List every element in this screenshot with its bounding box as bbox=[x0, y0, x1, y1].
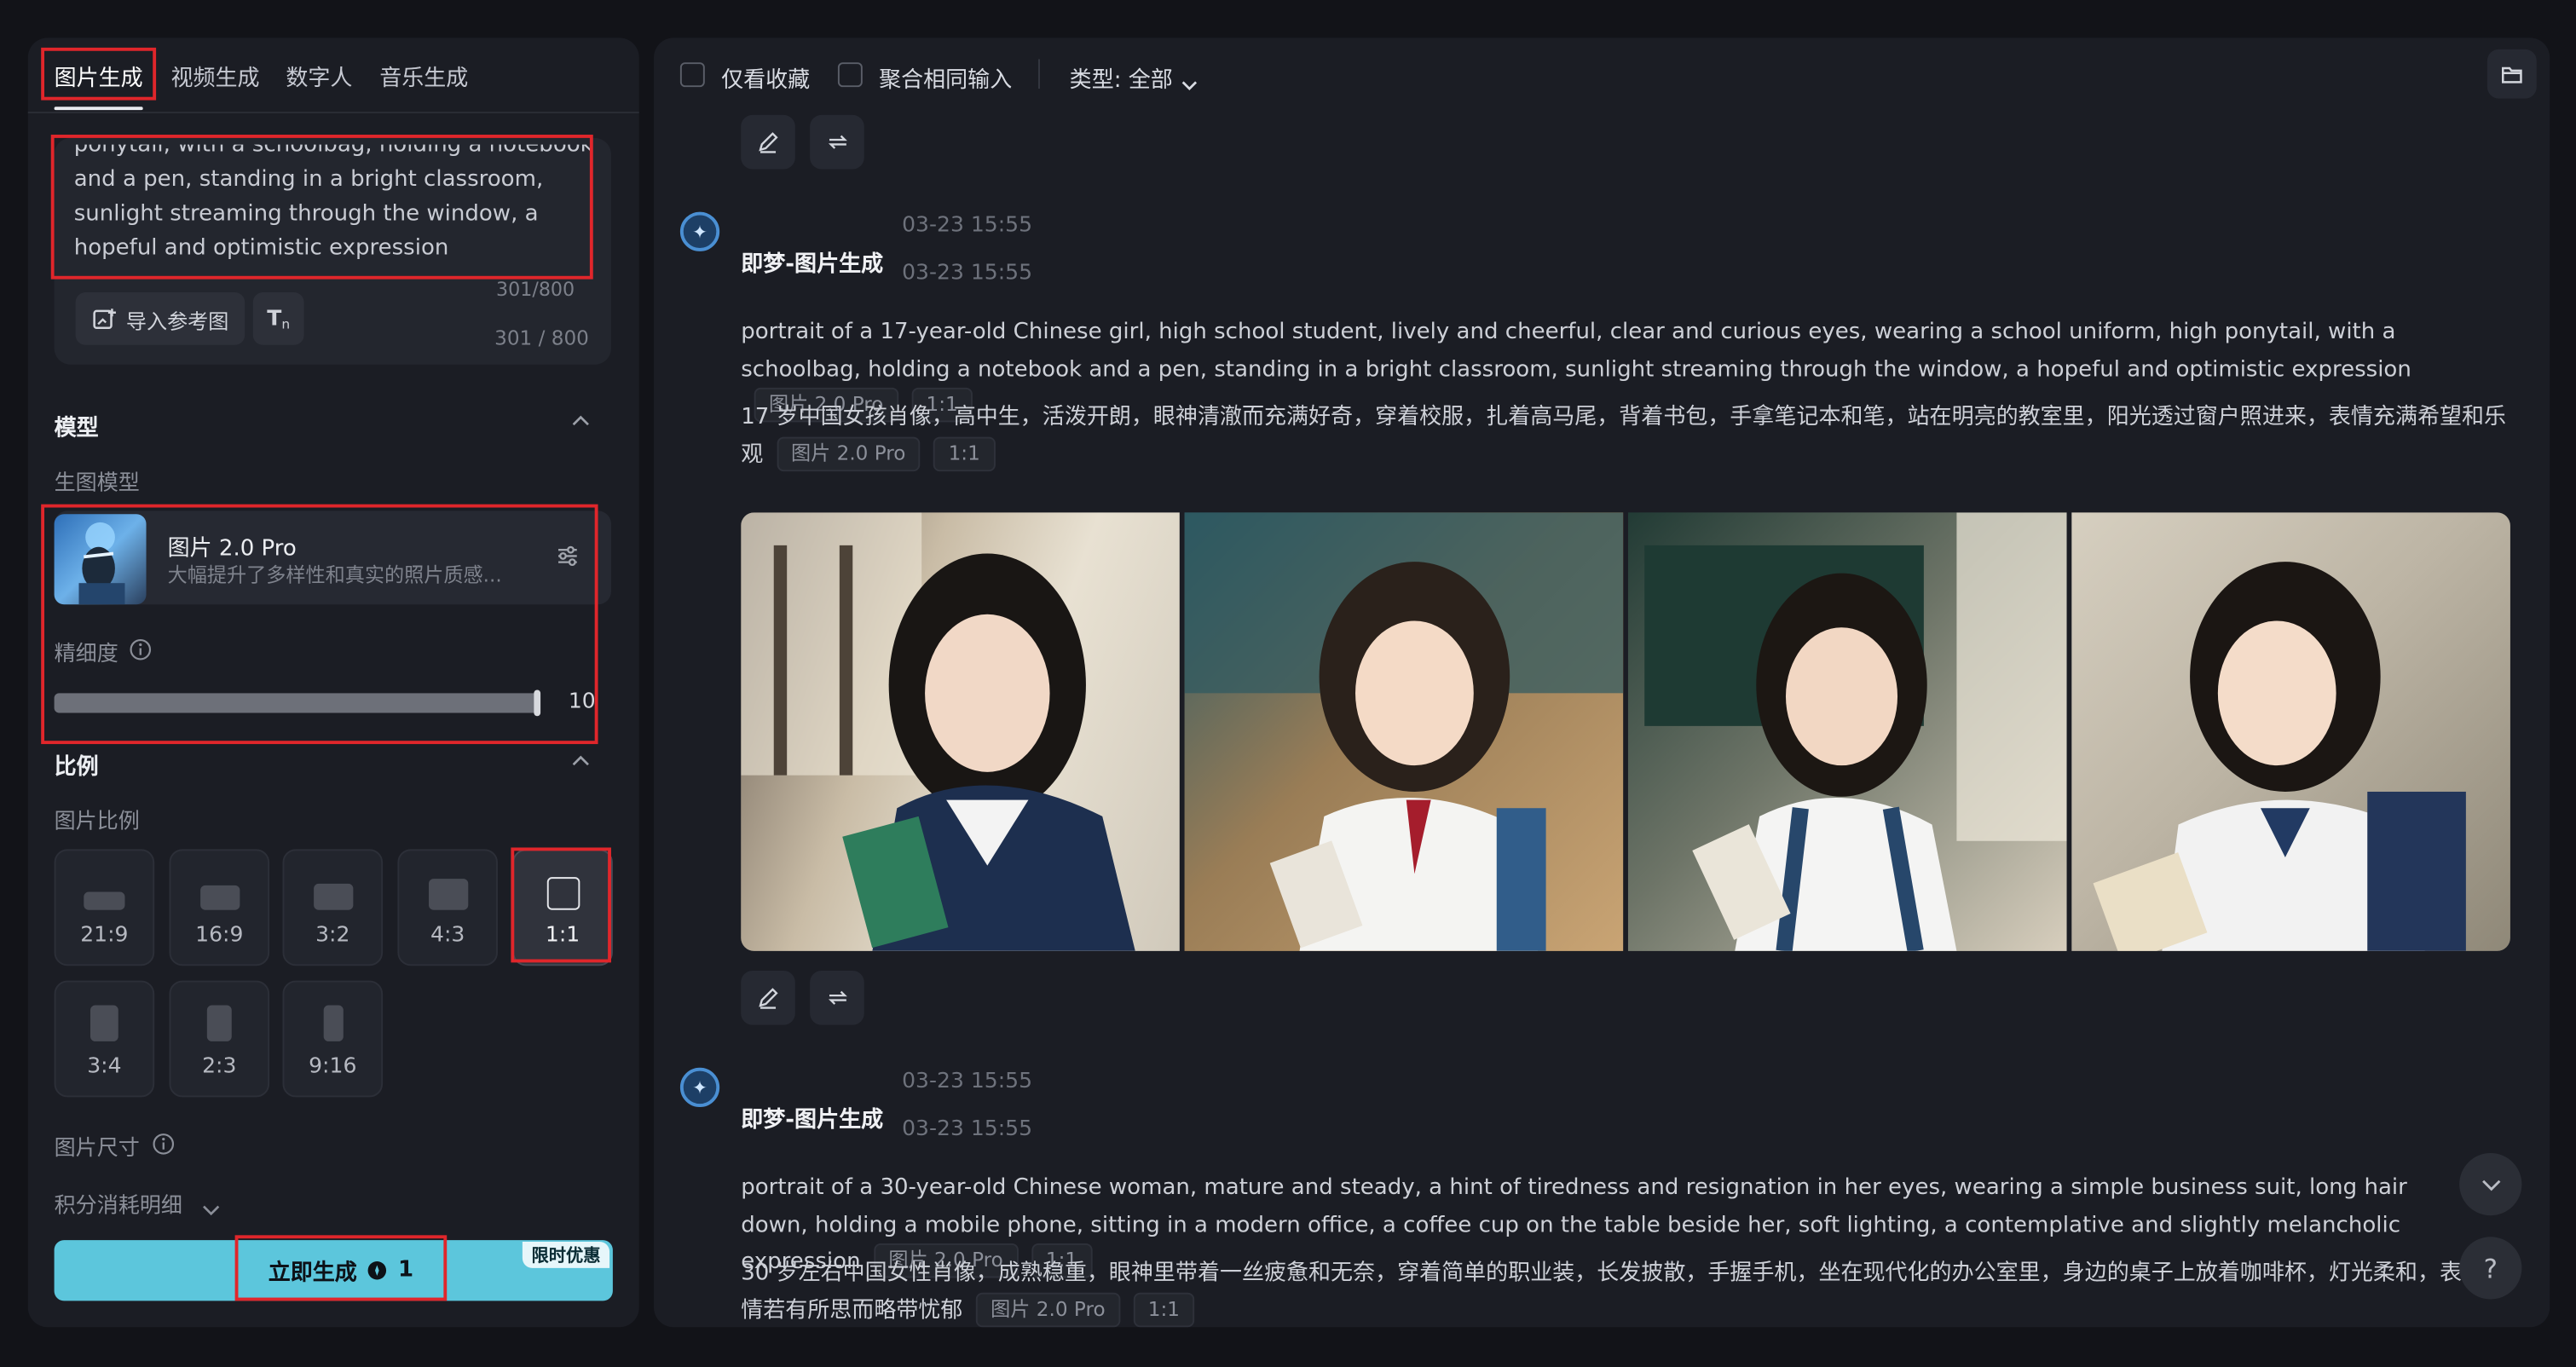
tabs-divider bbox=[27, 112, 639, 113]
assistant-avatar-icon: ✦ bbox=[679, 211, 720, 251]
message-sender: 即梦-图片生成 bbox=[741, 251, 884, 278]
ratio-label: 21:9 bbox=[80, 923, 129, 949]
prompt-en-text: portrait of a 17-year-old Chinese girl, … bbox=[741, 318, 2411, 383]
message-time: 03-23 15:55 bbox=[902, 213, 1033, 239]
ratio-collapse-icon[interactable] bbox=[572, 751, 589, 767]
model-tag: 图片 2.0 Pro bbox=[975, 1291, 1120, 1327]
ratio-label: 9:16 bbox=[309, 1054, 357, 1080]
message-time: 03-23 15:55 bbox=[902, 1069, 1033, 1094]
active-tab-underline bbox=[54, 107, 143, 111]
type-dropdown-icon[interactable] bbox=[1181, 67, 1198, 99]
favorites-checkbox[interactable] bbox=[679, 62, 705, 88]
prompt-highlight bbox=[50, 135, 593, 280]
model-highlight bbox=[41, 504, 598, 745]
tab-image-generation[interactable]: 图片生成 bbox=[55, 59, 143, 92]
ratio-option-3-2[interactable]: 3:2 bbox=[282, 849, 384, 966]
ratio-option-3-4[interactable]: 3:4 bbox=[54, 980, 155, 1098]
cost-details-label[interactable]: 积分消耗明细 bbox=[55, 1187, 182, 1219]
ratio-section-title: 比例 bbox=[54, 753, 99, 781]
ratio-label: 2:3 bbox=[202, 1054, 237, 1080]
group-checkbox[interactable] bbox=[837, 62, 863, 88]
ratio-21-9-icon bbox=[84, 891, 125, 910]
ratio-option-2-3[interactable]: 2:3 bbox=[169, 980, 270, 1098]
ratio-9-16-icon bbox=[322, 1005, 343, 1041]
help-icon: ? bbox=[2483, 1252, 2498, 1284]
tab-digital-human[interactable]: 数字人 bbox=[286, 59, 352, 92]
toolbar-divider bbox=[1038, 59, 1040, 89]
message-time-secondary: 03-23 15:55 bbox=[902, 261, 1033, 286]
folder-button[interactable] bbox=[2486, 49, 2537, 99]
message-time-secondary: 03-23 15:55 bbox=[902, 1116, 1033, 1142]
refresh-icon bbox=[827, 135, 846, 149]
regenerate-button-2[interactable] bbox=[810, 971, 864, 1025]
edit-icon bbox=[759, 988, 778, 1009]
ratio-option-16-9[interactable]: 16:9 bbox=[169, 849, 270, 966]
prompt-zh: 17 岁中国女孩肖像，高中生，活泼开朗，眼神清澈而充满好奇，穿着校服，扎着高马尾… bbox=[741, 399, 2507, 473]
ratio-4-3-icon bbox=[428, 879, 468, 910]
model-collapse-icon[interactable] bbox=[572, 411, 589, 427]
prompt-counter-total: 301 / 800 bbox=[494, 326, 589, 350]
text-format-icon: T bbox=[267, 306, 282, 332]
generated-image-1[interactable] bbox=[741, 512, 1180, 951]
folder-icon bbox=[2501, 66, 2522, 83]
edit-icon bbox=[759, 132, 778, 153]
scroll-down-button[interactable] bbox=[2459, 1152, 2522, 1216]
ratio-tag: 1:1 bbox=[1133, 1291, 1195, 1327]
tab-video-generation[interactable]: 视频生成 bbox=[170, 59, 259, 92]
ratio-2-3-icon bbox=[206, 1005, 232, 1041]
help-button[interactable]: ? bbox=[2459, 1237, 2522, 1300]
generated-image-3[interactable] bbox=[1627, 512, 2067, 951]
prompt-zh-text: 17 岁中国女孩肖像，高中生，活泼开朗，眼神清澈而充满好奇，穿着校服，扎着高马尾… bbox=[741, 404, 2507, 468]
ratio-option-4-3[interactable]: 4:3 bbox=[397, 849, 498, 966]
model-tag: 图片 2.0 Pro bbox=[776, 435, 921, 471]
import-reference-label: 导入参考图 bbox=[125, 308, 229, 333]
chevron-down-icon bbox=[2481, 1179, 2500, 1191]
model-section-title: 模型 bbox=[54, 415, 99, 442]
generate-highlight bbox=[234, 1235, 448, 1301]
tab-music-generation[interactable]: 音乐生成 bbox=[379, 59, 468, 92]
text-format-button[interactable]: Tn bbox=[252, 292, 304, 345]
refresh-icon bbox=[827, 990, 846, 1005]
ratio-3-4-icon bbox=[90, 1005, 118, 1041]
ratio-3-2-icon bbox=[313, 883, 353, 910]
ratio-option-21-9[interactable]: 21:9 bbox=[54, 849, 155, 966]
image-size-label: 图片尺寸 bbox=[54, 1136, 140, 1162]
group-label[interactable]: 聚合相同输入 bbox=[879, 61, 1012, 94]
cost-expand-icon[interactable] bbox=[202, 1192, 220, 1224]
edit-button[interactable] bbox=[741, 114, 795, 170]
ratio-label: 16:9 bbox=[195, 923, 244, 949]
ratio-tag: 1:1 bbox=[933, 435, 996, 471]
regenerate-button[interactable] bbox=[810, 114, 864, 170]
ratio-label: 3:2 bbox=[315, 923, 350, 949]
model-sub-label: 生图模型 bbox=[54, 471, 140, 497]
ratio-sub-label: 图片比例 bbox=[54, 810, 140, 835]
image-add-icon bbox=[92, 308, 116, 329]
ratio-highlight bbox=[511, 847, 611, 963]
size-info-icon[interactable] bbox=[151, 1132, 176, 1163]
ratio-label: 4:3 bbox=[430, 923, 465, 949]
prompt-counter: 301/800 bbox=[496, 277, 575, 301]
type-filter[interactable]: 类型: 全部 bbox=[1070, 61, 1173, 94]
prompt-zh: 30 岁左右中国女性肖像，成熟稳重，眼神里带着一丝疲惫和无奈，穿着简单的职业装，… bbox=[741, 1255, 2466, 1329]
import-reference-button[interactable]: 导入参考图 bbox=[75, 292, 245, 345]
message-sender: 即梦-图片生成 bbox=[741, 1107, 884, 1133]
edit-button-2[interactable] bbox=[741, 971, 795, 1025]
favorites-label[interactable]: 仅看收藏 bbox=[721, 61, 810, 94]
generated-image-2[interactable] bbox=[1184, 512, 1624, 951]
generated-image-4[interactable] bbox=[2071, 512, 2510, 951]
promo-badge: 限时优惠 bbox=[522, 1242, 610, 1268]
assistant-avatar-icon: ✦ bbox=[679, 1067, 720, 1108]
ratio-option-9-16[interactable]: 9:16 bbox=[282, 980, 384, 1098]
ratio-label: 3:4 bbox=[87, 1054, 122, 1080]
ratio-16-9-icon bbox=[199, 885, 240, 910]
